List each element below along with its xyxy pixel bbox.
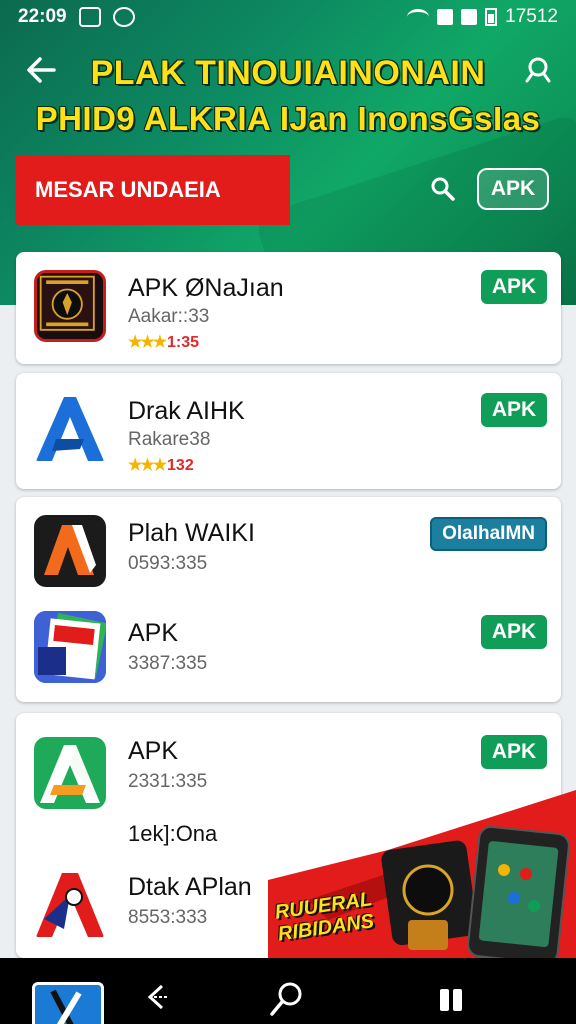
- header-apk-button[interactable]: APK: [477, 168, 549, 210]
- green-a-icon: [34, 737, 106, 809]
- app-subtitle: Rakare38: [128, 429, 211, 450]
- emblem-icon: [34, 270, 106, 342]
- battery-icon: [485, 8, 498, 26]
- chat-icon: [112, 7, 135, 27]
- blue-a-icon: [34, 393, 106, 465]
- nav-search-icon[interactable]: [268, 978, 308, 1018]
- apk-download-button[interactable]: APK: [481, 393, 547, 427]
- notification-icon: [78, 7, 101, 27]
- signal-icon: [437, 9, 454, 25]
- star-rating-icon: ★★★: [128, 457, 167, 474]
- app-shortcut-icon[interactable]: [32, 982, 104, 1024]
- rating-value: 1:35: [167, 334, 200, 351]
- nav-recents-icon[interactable]: [438, 985, 464, 1013]
- app-title: APK: [128, 737, 179, 765]
- wifi-icon: [407, 9, 430, 25]
- category-banner[interactable]: MESAR UNDAEIA: [15, 155, 290, 225]
- app-card[interactable]: APK ØNaJıan Aakar::33 ★★★ 1:35 APK: [16, 252, 561, 364]
- orange-a-icon: [34, 515, 106, 587]
- headline-line-1: PLAK TINOUIAINONAIN: [90, 54, 486, 92]
- app-row[interactable]: Plah WAIKI 0593:335 OlaIhaIMN: [16, 497, 561, 607]
- status-bar: 22:09 17512: [0, 0, 576, 34]
- app-row[interactable]: APK 3387:335 APK: [16, 597, 561, 707]
- app-title: APK: [128, 619, 179, 647]
- card-stack-icon: [34, 611, 106, 683]
- app-extra-label: 1ek]:Ona: [128, 821, 218, 846]
- status-time: 22:09: [18, 6, 67, 27]
- app-card[interactable]: Drak AIHK Rakare38 ★★★ 132 APK: [16, 373, 561, 489]
- app-subtitle: Aakar::33: [128, 306, 210, 327]
- promo-banner[interactable]: RUUERAL RIBIDANS: [268, 790, 576, 960]
- apk-download-button[interactable]: APK: [481, 615, 547, 649]
- app-title: APK ØNaJıan: [128, 274, 284, 302]
- star-rating-icon: ★★★: [128, 334, 167, 351]
- banner-label: MESAR UNDAEIA: [35, 177, 221, 202]
- headline-line-2: PHID9 ALKRIA IJan InonsGsIas: [35, 100, 541, 137]
- status-right-text: 17512: [505, 6, 558, 27]
- rating-value: 132: [167, 457, 194, 474]
- app-subtitle: 2331:335: [128, 771, 208, 792]
- app-rating: ★★★ 1:35: [128, 332, 199, 352]
- magnifier-icon[interactable]: [430, 176, 456, 202]
- apk-download-button[interactable]: APK: [481, 735, 547, 769]
- app-subtitle: 3387:335: [128, 653, 208, 674]
- sim-icon: [461, 9, 478, 25]
- app-title: Drak AIHK: [128, 397, 245, 425]
- app-subtitle: 8553:333: [128, 907, 208, 928]
- headline: PLAK TINOUIAINONAIN PHID9 ALKRIA IJan In…: [0, 50, 576, 142]
- nav-back-icon[interactable]: [142, 982, 172, 1012]
- app-card-group: Plah WAIKI 0593:335 OlaIhaIMN APK 3387:3…: [16, 497, 561, 702]
- app-rating: ★★★ 132: [128, 455, 194, 475]
- red-a-icon: [34, 869, 106, 941]
- app-title: Plah WAIKI: [128, 519, 255, 547]
- app-subtitle: 0593:335: [128, 553, 208, 574]
- apk-download-button[interactable]: APK: [481, 270, 547, 304]
- app-title: Dtak APlan: [128, 873, 252, 901]
- download-button[interactable]: OlaIhaIMN: [430, 517, 547, 551]
